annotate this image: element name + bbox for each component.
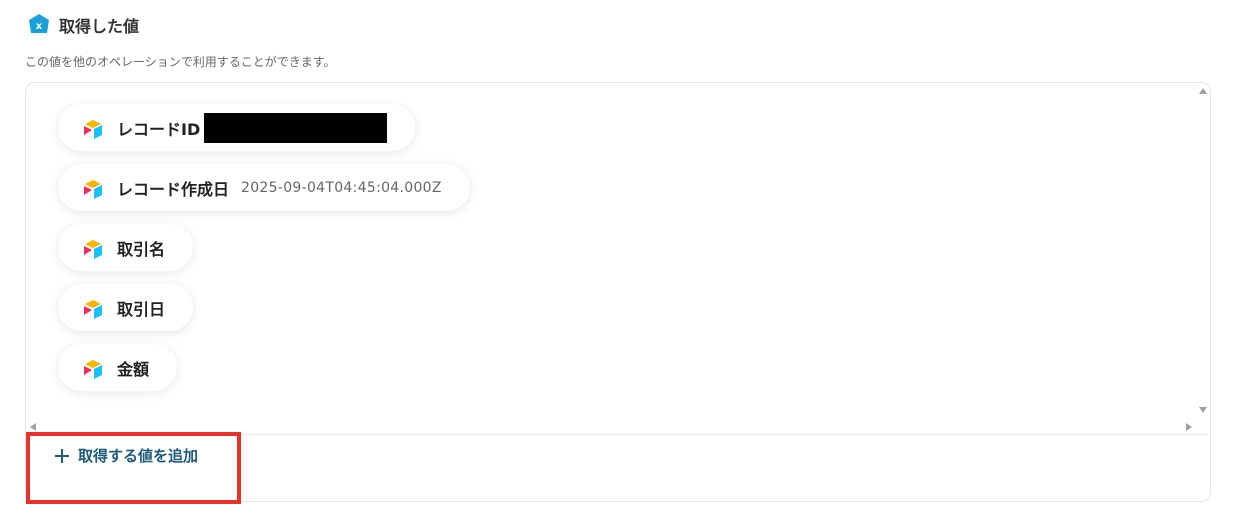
airtable-icon [84,119,102,139]
value-chip-label: 取引日 [117,299,166,319]
airtable-icon [84,299,102,319]
value-chip-record-created[interactable]: レコード作成日 2025-09-04T04:45:04.000Z [58,164,470,211]
value-chip-amount[interactable]: 金額 [58,344,178,391]
section-title: 取得した値 [59,17,140,36]
svg-text:x: x [36,21,43,32]
value-chip-deal-date[interactable]: 取引日 [58,284,194,331]
value-chip-label: レコード作成日 [117,179,230,199]
scroll-up-icon[interactable] [1199,88,1207,94]
vertical-scrollbar[interactable] [1196,83,1210,420]
redacted-value [204,112,388,143]
variable-badge-icon: x [29,14,49,33]
airtable-icon [84,179,102,199]
scroll-down-icon[interactable] [1199,407,1207,413]
airtable-icon [84,359,102,379]
value-chip-record-id[interactable]: レコードID [58,104,416,151]
value-chip-label: 取引名 [117,239,166,259]
value-chip-label: レコードID [117,119,201,139]
value-chip-deal-name[interactable]: 取引名 [58,224,194,271]
section-header: x 取得した値 [27,13,139,37]
values-list: レコードID レコード作成日 2025-09-04T04:45:04.000Z … [26,83,1210,434]
value-chip-label: 金額 [117,359,150,379]
airtable-icon [84,239,102,259]
highlight-box [26,432,241,504]
value-chip-value: 2025-09-04T04:45:04.000Z [241,179,442,196]
section-description: この値を他のオペレーションで利用することができます。 [25,55,336,69]
scroll-right-icon[interactable] [1186,423,1192,431]
scroll-left-icon[interactable] [30,423,36,431]
